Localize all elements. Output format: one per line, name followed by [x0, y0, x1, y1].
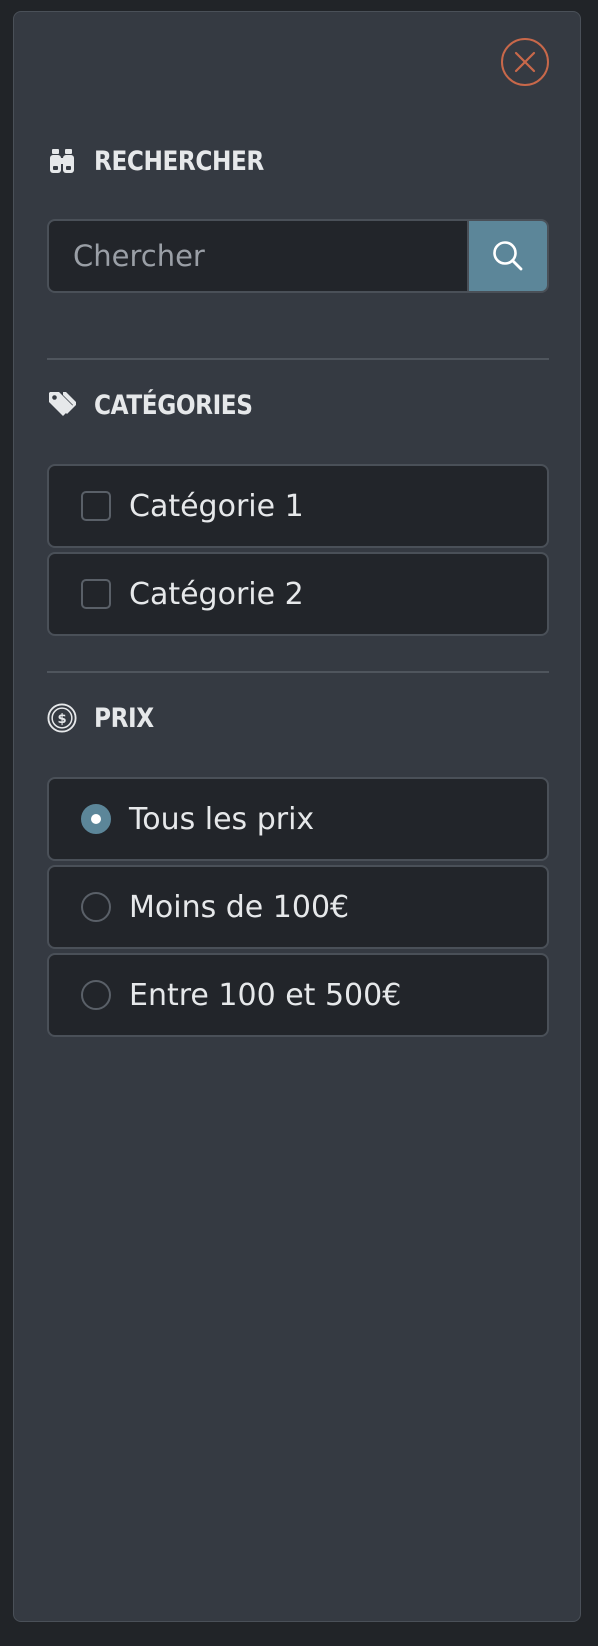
close-icon [514, 51, 536, 73]
price-label: Entre 100 et 500€ [129, 977, 402, 1013]
binoculars-icon [47, 146, 77, 176]
search-title: RECHERCHER [94, 145, 264, 177]
category-option[interactable]: Catégorie 2 [47, 552, 549, 636]
divider [47, 358, 549, 360]
price-section-title: $ PRIX [47, 700, 163, 736]
price-title: PRIX [94, 702, 154, 734]
divider [47, 671, 549, 673]
price-option[interactable]: Tous les prix [47, 777, 549, 861]
search-button[interactable] [467, 219, 549, 293]
categories-title: CATÉGORIES [94, 389, 253, 421]
price-option[interactable]: Entre 100 et 500€ [47, 953, 549, 1037]
search-icon [493, 241, 523, 271]
search-section-title: RECHERCHER [47, 143, 292, 179]
category-option[interactable]: Catégorie 1 [47, 464, 549, 548]
radio-selected[interactable] [81, 804, 111, 834]
checkbox[interactable] [81, 579, 111, 609]
checkbox[interactable] [81, 491, 111, 521]
search-group [47, 219, 549, 293]
category-list: Catégorie 1 Catégorie 2 [47, 464, 549, 640]
category-label: Catégorie 2 [129, 576, 304, 612]
search-input[interactable] [47, 219, 467, 293]
radio[interactable] [81, 892, 111, 922]
svg-text:$: $ [57, 712, 66, 727]
price-label: Moins de 100€ [129, 889, 350, 925]
dollar-circle-icon: $ [47, 703, 77, 733]
price-label: Tous les prix [129, 801, 315, 837]
price-option[interactable]: Moins de 100€ [47, 865, 549, 949]
tag-icon [47, 390, 77, 420]
category-label: Catégorie 1 [129, 488, 304, 524]
price-list: Tous les prix Moins de 100€ Entre 100 et… [47, 777, 549, 1041]
categories-section-title: CATÉGORIES [47, 387, 278, 423]
filter-panel: RECHERCHER CATÉGORIES Catégorie 1 [13, 11, 581, 1622]
close-button[interactable] [501, 38, 549, 86]
radio[interactable] [81, 980, 111, 1010]
